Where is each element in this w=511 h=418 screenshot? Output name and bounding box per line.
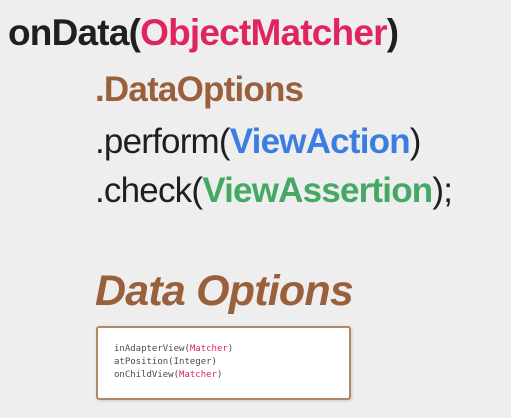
- ondata-prefix: onData(: [8, 12, 141, 53]
- option-suffix: ): [216, 370, 223, 380]
- data-options-call: .DataOptions: [95, 70, 304, 109]
- slide: { "colors": { "background": "#eeeeee", "…: [0, 0, 511, 418]
- check-line: .check(ViewAssertion);: [95, 171, 453, 210]
- option-line-on-child-view: onChildView(Matcher): [114, 371, 222, 380]
- view-assertion-arg: ViewAssertion: [202, 171, 433, 210]
- data-options-line: .DataOptions: [95, 70, 304, 109]
- option-arg: Integer: [173, 357, 212, 367]
- option-suffix: ): [211, 357, 217, 367]
- ondata-line: onData(ObjectMatcher): [8, 12, 399, 53]
- perform-suffix: ): [409, 122, 422, 161]
- data-options-heading: Data Options: [95, 267, 354, 315]
- check-prefix: .check(: [95, 171, 203, 210]
- option-arg: Matcher: [179, 370, 217, 380]
- check-suffix: );: [432, 171, 453, 210]
- option-suffix: ): [227, 344, 234, 354]
- option-prefix: onChildView(: [114, 370, 180, 380]
- perform-line: .perform(ViewAction): [95, 124, 421, 159]
- data-options-box: inAdapterView(Matcher) atPosition(Intege…: [96, 326, 351, 400]
- option-prefix: inAdapterView(: [114, 344, 190, 354]
- option-prefix: atPosition(: [114, 357, 174, 367]
- option-line-at-position: atPosition(Integer): [114, 358, 217, 367]
- view-action-arg: ViewAction: [229, 122, 411, 161]
- option-line-in-adapter-view: inAdapterView(Matcher): [114, 345, 233, 354]
- ondata-suffix: ): [386, 12, 399, 53]
- object-matcher-arg: ObjectMatcher: [140, 12, 387, 53]
- option-arg: Matcher: [189, 344, 228, 354]
- perform-prefix: .perform(: [95, 122, 231, 161]
